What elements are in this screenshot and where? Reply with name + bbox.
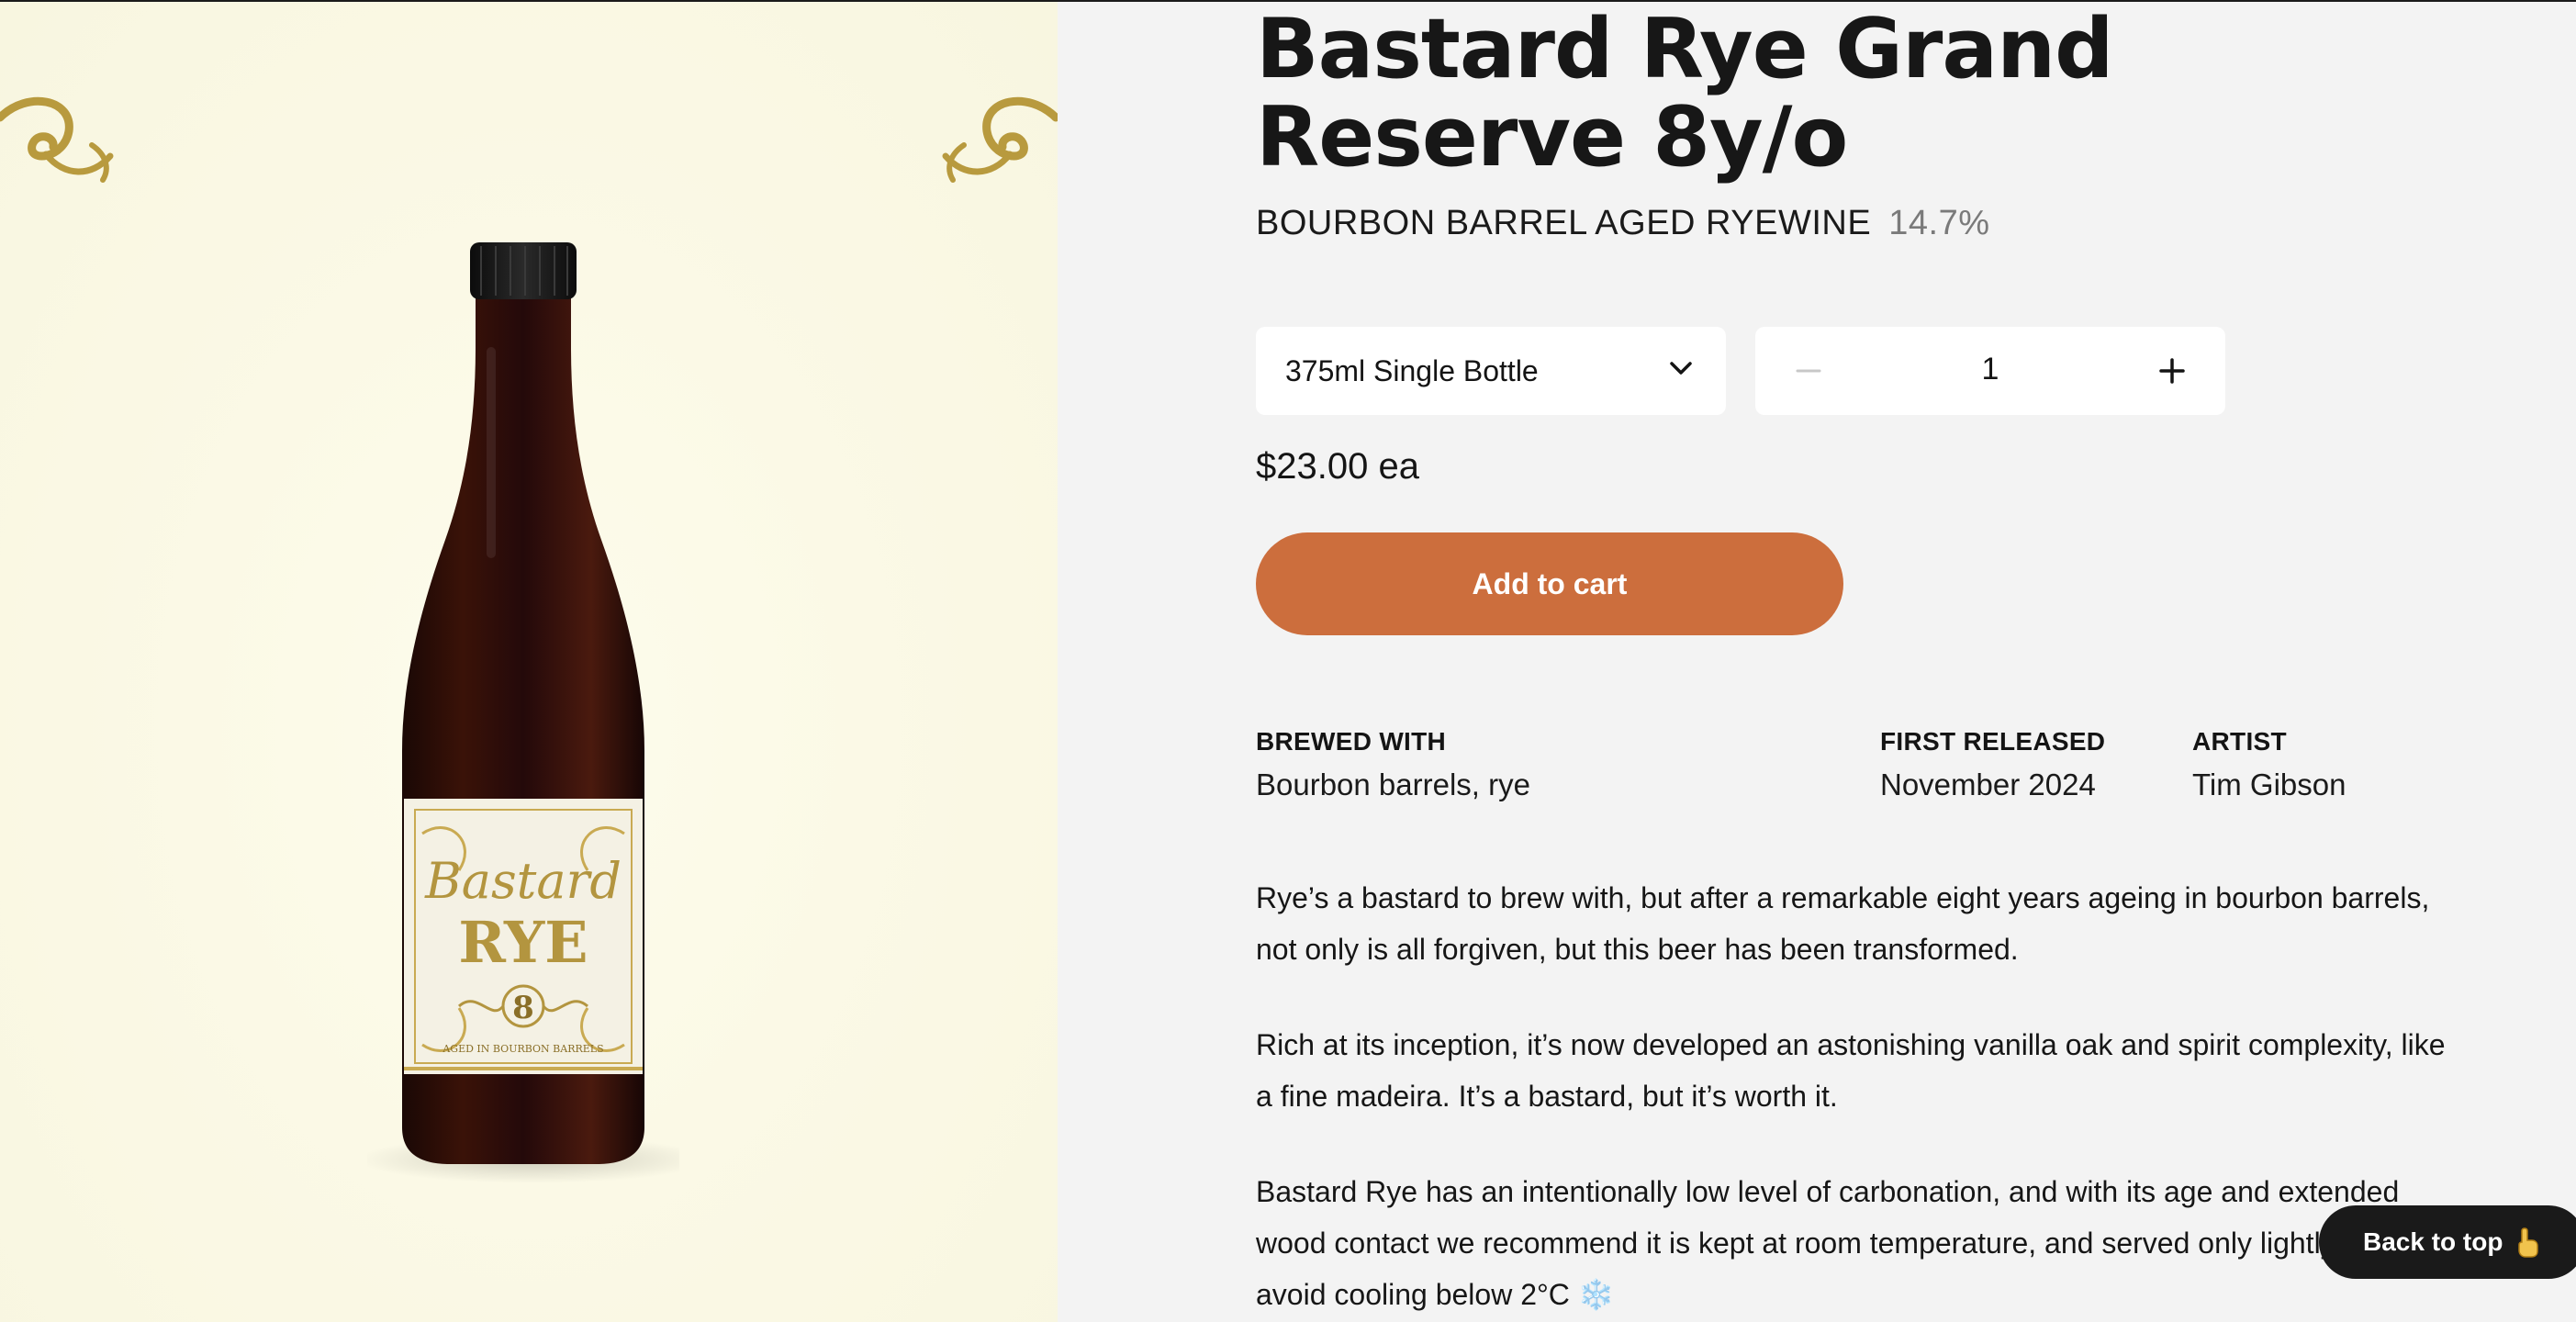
quantity-stepper: 1 — [1755, 327, 2225, 415]
product-style: BOURBON BARREL AGED RYEWINE — [1256, 204, 1872, 242]
format-select-value: 375ml Single Bottle — [1285, 353, 1539, 387]
back-to-top-button[interactable]: Back to top — [2319, 1205, 2576, 1279]
product-image-panel: Bastard RYE 8 AGED IN BOURBON BARRELS — [0, 2, 1058, 1322]
pointing-up-hand-icon — [2518, 1227, 2539, 1258]
format-select[interactable]: 375ml Single Bottle — [1256, 327, 1726, 415]
description-paragraph: Rich at its inception, it’s now develope… — [1256, 1028, 2446, 1113]
first-released-label: FIRST RELEASED — [1880, 727, 2106, 756]
chevron-down-icon — [1670, 362, 1692, 375]
add-to-cart-button[interactable]: Add to cart — [1256, 532, 1843, 635]
brewed-with-value: Bourbon barrels, rye — [1256, 767, 1530, 801]
artist-value: Tim Gibson — [2192, 767, 2346, 801]
artist-label: ARTIST — [2192, 727, 2287, 756]
flourish-ornament-right — [942, 96, 1058, 183]
product-subtitle: BOURBON BARREL AGED RYEWINE 14.7% — [1256, 204, 1990, 243]
svg-text:RYE: RYE — [458, 909, 588, 976]
beer-bottle-image: Bastard RYE 8 AGED IN BOURBON BARRELS — [367, 242, 679, 1182]
brewed-with-label: BREWED WITH — [1256, 727, 1447, 756]
product-title: Bastard Rye Grand Reserve 8y/o — [1256, 1, 2114, 185]
product-abv: 14.7% — [1888, 204, 1990, 242]
svg-text:8: 8 — [512, 990, 534, 1026]
back-to-top-label: Back to top — [2363, 1227, 2503, 1256]
svg-text:Bastard: Bastard — [424, 852, 622, 910]
flourish-ornament-left — [0, 96, 114, 183]
first-released-value: November 2024 — [1880, 767, 2096, 801]
increment-button[interactable] — [2156, 354, 2189, 387]
price: $23.00 ea — [1256, 446, 1419, 487]
svg-text:AGED IN BOURBON BARRELS: AGED IN BOURBON BARRELS — [442, 1043, 603, 1055]
description-paragraph: Bastard Rye has an intentionally low lev… — [1256, 1175, 2451, 1311]
description-paragraph: Rye’s a bastard to brew with, but after … — [1256, 881, 2430, 966]
